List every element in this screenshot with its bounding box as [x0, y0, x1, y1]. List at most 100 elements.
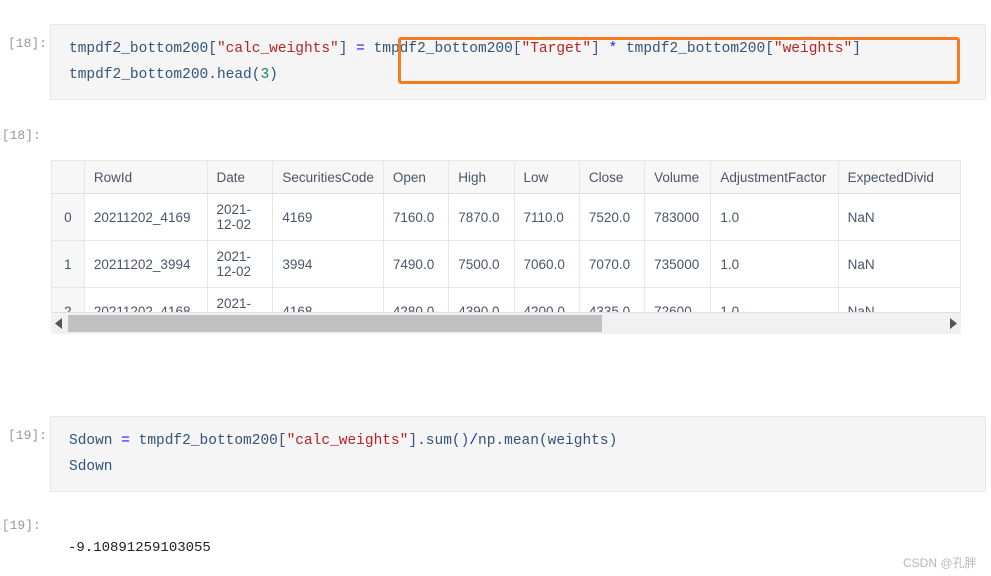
code-token: /: [469, 433, 479, 449]
table-row: 220211202_41682021-12-0241684280.04390.0…: [51, 287, 961, 312]
code-token: [: [512, 41, 522, 57]
table-row: 0 20211202_4169 2021-12-02 4169 7160.0 7870.0…: [51, 193, 961, 241]
code-token: .: [417, 433, 426, 449]
table-cell: 7520.0: [578, 193, 646, 241]
result-output-text: -9.10891259103055: [68, 540, 211, 556]
code-token: (): [451, 433, 470, 449]
notebook-page: [18]: tmpdf2_bottom200["calc_weights"] =…: [0, 0, 991, 576]
code-line: Sdown = tmpdf2_bottom200["calc_weights"]…: [51, 428, 985, 454]
row-index-cell: 2: [51, 287, 85, 312]
code-token: [: [208, 41, 217, 57]
table-cell: 7160.0: [382, 193, 450, 241]
dataframe-output[interactable]: RowId Date SecuritiesCode Open High Low Close V…: [51, 160, 961, 312]
dataframe-column-header: Close: [578, 160, 646, 194]
table-cell: 7110.0: [513, 193, 580, 241]
code-token: head: [216, 67, 252, 83]
dataframe-column-header: Open: [382, 160, 450, 194]
table-cell: 4168: [272, 287, 384, 312]
table-cell: 2021-12-02: [206, 240, 274, 288]
code-token: ]: [591, 41, 600, 57]
output-prompt-19: t[19]:: [0, 518, 41, 533]
table-cell: 1.0: [710, 287, 839, 312]
scroll-left-arrow-icon[interactable]: [51, 313, 68, 334]
table-cell: 4200.0: [513, 287, 580, 312]
table-cell: 20211202_4169: [83, 193, 208, 241]
table-cell: 4169: [272, 193, 384, 241]
table-cell: 2021-12-02: [206, 193, 274, 241]
code-token: .: [208, 67, 217, 83]
scrollbar-track[interactable]: [68, 313, 944, 334]
dataframe-column-header: SecuritiesCode: [272, 160, 384, 194]
table-cell: 4390.0: [448, 287, 515, 312]
table-cell: 735000: [644, 240, 712, 288]
code-token: 3: [260, 67, 270, 83]
code-token: sum: [425, 433, 452, 449]
code-token: Sdown: [69, 459, 113, 475]
dataframe-column-header: Low: [513, 160, 580, 194]
code-cell-19[interactable]: Sdown = tmpdf2_bottom200["calc_weights"]…: [50, 416, 986, 492]
code-token: [: [277, 433, 287, 449]
code-cell-18[interactable]: tmpdf2_bottom200["calc_weights"] = tmpdf…: [50, 24, 986, 100]
code-token: (: [538, 433, 548, 449]
table-cell: 72600: [644, 287, 712, 312]
table-cell: 2021-12-02: [206, 287, 274, 312]
table-row: 1 20211202_3994 2021-12-02 3994 7490.0 7500.0…: [51, 240, 961, 288]
table-cell: 783000: [644, 193, 712, 241]
scroll-right-arrow-icon[interactable]: [944, 313, 961, 334]
dataframe-header-row: RowId Date SecuritiesCode Open High Low Close V…: [51, 160, 961, 194]
table-cell: 3994: [272, 240, 384, 288]
dataframe-index-header: [51, 160, 85, 194]
code-line: tmpdf2_bottom200.head(3): [51, 62, 985, 88]
scrollbar-thumb[interactable]: [68, 315, 603, 332]
dataframe-column-header: AdjustmentFactor: [710, 160, 839, 194]
table-cell: NaN: [837, 193, 961, 241]
table-cell: 20211202_3994: [83, 240, 208, 288]
code-token: ): [608, 433, 618, 449]
table-cell: 1.0: [710, 193, 839, 241]
code-token: "calc_weights": [216, 41, 339, 57]
table-horizontal-scrollbar[interactable]: [51, 312, 961, 334]
code-token: =: [121, 433, 130, 449]
watermark: CSDN @孔胖: [903, 556, 977, 570]
dataframe-body: 0 20211202_4169 2021-12-02 4169 7160.0 7870.0…: [51, 193, 961, 312]
code-token: "calc_weights": [286, 433, 409, 449]
code-token: weights: [547, 433, 609, 449]
code-line: tmpdf2_bottom200["calc_weights"] = tmpdf…: [51, 36, 985, 62]
code-token: .: [495, 433, 505, 449]
code-token: ]: [852, 41, 861, 57]
code-token: =: [356, 41, 365, 57]
code-token: tmpdf2_bottom200: [69, 41, 209, 57]
code-token: ): [269, 67, 278, 83]
table-cell: 7870.0: [448, 193, 515, 241]
table-cell: 20211202_4168: [83, 287, 208, 312]
dataframe-column-header: Volume: [644, 160, 712, 194]
code-token: np: [478, 433, 496, 449]
table-cell: 4280.0: [382, 287, 450, 312]
dataframe-column-header: ExpectedDivid: [837, 160, 961, 194]
dataframe-table: RowId Date SecuritiesCode Open High Low Close V…: [51, 160, 961, 312]
row-index-cell: 1: [51, 240, 85, 288]
code-token: tmpdf2_bottom200: [625, 41, 766, 57]
code-token: [: [765, 41, 774, 57]
code-token: mean: [504, 433, 539, 449]
code-token: tmpdf2_bottom200: [69, 67, 209, 83]
table-cell: 7060.0: [513, 240, 580, 288]
code-token: "Target": [521, 41, 592, 57]
row-index-cell: 0: [51, 193, 85, 241]
table-cell: 7490.0: [382, 240, 450, 288]
dataframe-column-header: Date: [206, 160, 274, 194]
dataframe-column-header: High: [448, 160, 515, 194]
table-cell: NaN: [837, 240, 961, 288]
output-prompt-18: t[18]:: [0, 128, 41, 143]
code-token: Sdown: [69, 433, 113, 449]
table-cell: NaN: [837, 287, 961, 312]
table-cell: 1.0: [710, 240, 839, 288]
table-cell: 7070.0: [578, 240, 646, 288]
input-prompt-19: [19]:: [8, 428, 48, 443]
table-cell: 7500.0: [448, 240, 515, 288]
